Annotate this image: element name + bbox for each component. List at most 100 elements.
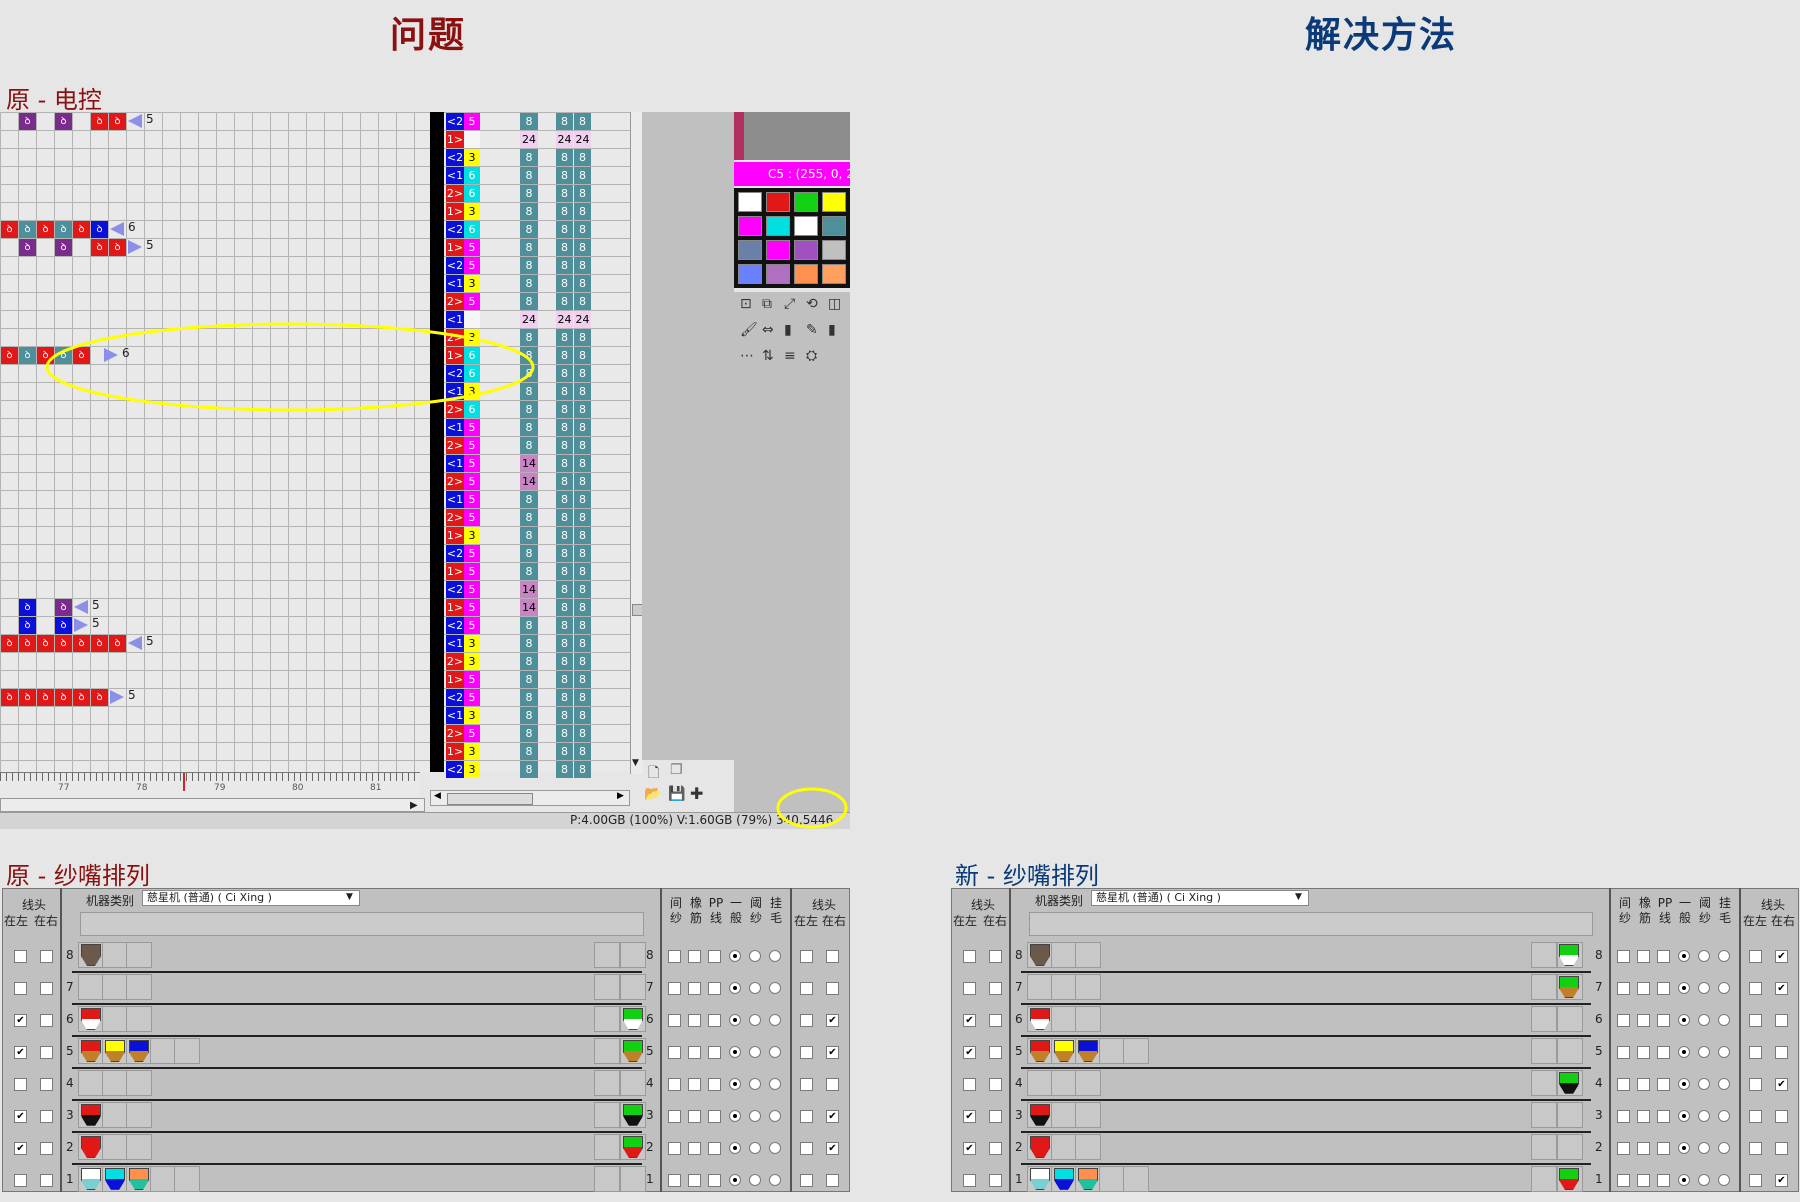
type-radio[interactable] [1678,1046,1690,1058]
type-radio[interactable] [729,1174,741,1186]
right-check-left[interactable] [800,1142,813,1155]
left-check-right[interactable] [40,1174,53,1187]
yarn-slot[interactable] [126,1070,152,1096]
yarn-slot[interactable] [126,1102,152,1128]
type-radio[interactable] [1718,950,1730,962]
chevron-down-icon[interactable]: ▼ [346,892,353,902]
yarn-slot[interactable] [1051,1102,1077,1128]
yarn-slot[interactable] [102,1070,128,1096]
left-check-left[interactable] [14,950,27,963]
yarn-slot[interactable] [1075,1102,1101,1128]
yarn-slot[interactable] [620,974,646,1000]
yarn-slot[interactable] [1099,1166,1125,1192]
left-check-right[interactable] [989,1046,1002,1059]
yarn-slot[interactable] [620,1070,646,1096]
yarn-slot[interactable] [1075,1134,1101,1160]
yarn-slot[interactable] [1557,1006,1583,1032]
yarn-slot[interactable] [150,1038,176,1064]
type-radio[interactable] [1718,1078,1730,1090]
type-checkbox[interactable] [708,1142,721,1155]
type-radio[interactable] [1718,1142,1730,1154]
yarn-slot[interactable] [1027,1070,1053,1096]
yarn-slot[interactable] [126,1006,152,1032]
type-checkbox[interactable] [708,1014,721,1027]
type-radio[interactable] [749,1014,761,1026]
yarn-slot[interactable] [1051,1134,1077,1160]
type-radio[interactable] [749,1142,761,1154]
type-radio[interactable] [769,950,781,962]
chevron-down-icon[interactable]: ▼ [1295,892,1302,902]
type-checkbox[interactable] [1657,1046,1670,1059]
type-radio[interactable] [729,1110,741,1122]
left-check-right[interactable] [40,950,53,963]
type-checkbox[interactable] [1637,1078,1650,1091]
type-checkbox[interactable] [1617,1142,1630,1155]
type-checkbox[interactable] [668,1142,681,1155]
left-check-right[interactable] [989,982,1002,995]
right-check-left[interactable] [800,950,813,963]
yarn-slot[interactable] [1557,1038,1583,1064]
yarn-slot[interactable] [1075,1070,1101,1096]
type-radio[interactable] [729,982,741,994]
yarn-slot[interactable] [1051,942,1077,968]
yarn-slot[interactable] [1531,1102,1557,1128]
right-check-right[interactable] [826,1174,839,1187]
type-radio[interactable] [1678,1142,1690,1154]
yarn-slot[interactable] [594,1102,620,1128]
type-radio[interactable] [769,1110,781,1122]
right-check-left[interactable] [800,1046,813,1059]
type-radio[interactable] [749,1174,761,1186]
left-check-right[interactable] [40,982,53,995]
type-checkbox[interactable] [1617,982,1630,995]
left-check-right[interactable] [989,1142,1002,1155]
left-check-right[interactable] [40,1046,53,1059]
yarn-slot[interactable] [1123,1166,1149,1192]
type-checkbox[interactable] [1617,1110,1630,1123]
right-check-left[interactable] [800,1014,813,1027]
left-check-left[interactable] [963,1174,976,1187]
left-check-left[interactable]: ✔ [963,1014,976,1027]
left-check-left[interactable] [963,950,976,963]
right-check-right[interactable] [1775,1110,1788,1123]
yarn-slot[interactable] [594,1038,620,1064]
yarn-slot[interactable] [126,1134,152,1160]
type-checkbox[interactable] [1637,1046,1650,1059]
right-check-left[interactable] [1749,1110,1762,1123]
yarn-slot[interactable] [102,1134,128,1160]
type-radio[interactable] [749,1046,761,1058]
type-radio[interactable] [1698,1078,1710,1090]
machine-select[interactable]: 慈星机 (普通) ( Ci Xing ) [1091,890,1309,906]
yarn-slot[interactable] [1531,942,1557,968]
type-checkbox[interactable] [1637,950,1650,963]
type-checkbox[interactable] [688,1142,701,1155]
type-checkbox[interactable] [1657,982,1670,995]
left-check-left[interactable]: ✔ [14,1110,27,1123]
type-radio[interactable] [749,950,761,962]
type-checkbox[interactable] [1657,1174,1670,1187]
type-radio[interactable] [729,1142,741,1154]
yarn-slot[interactable] [594,1166,620,1192]
type-radio[interactable] [1678,982,1690,994]
type-radio[interactable] [769,1174,781,1186]
type-checkbox[interactable] [1637,1174,1650,1187]
right-check-right[interactable]: ✔ [826,1110,839,1123]
yarn-slot[interactable] [1123,1038,1149,1064]
type-radio[interactable] [1718,1110,1730,1122]
left-check-left[interactable]: ✔ [14,1046,27,1059]
yarn-slot[interactable] [620,942,646,968]
type-checkbox[interactable] [1657,950,1670,963]
type-checkbox[interactable] [708,1110,721,1123]
right-check-right[interactable] [826,1078,839,1091]
left-check-left[interactable] [14,1174,27,1187]
right-check-left[interactable] [800,1078,813,1091]
type-checkbox[interactable] [1637,1142,1650,1155]
type-radio[interactable] [729,950,741,962]
type-checkbox[interactable] [668,1078,681,1091]
type-checkbox[interactable] [688,1174,701,1187]
type-radio[interactable] [1678,1078,1690,1090]
type-radio[interactable] [1698,1110,1710,1122]
left-check-left[interactable] [14,1078,27,1091]
type-checkbox[interactable] [1657,1014,1670,1027]
type-radio[interactable] [1698,1174,1710,1186]
type-checkbox[interactable] [688,982,701,995]
